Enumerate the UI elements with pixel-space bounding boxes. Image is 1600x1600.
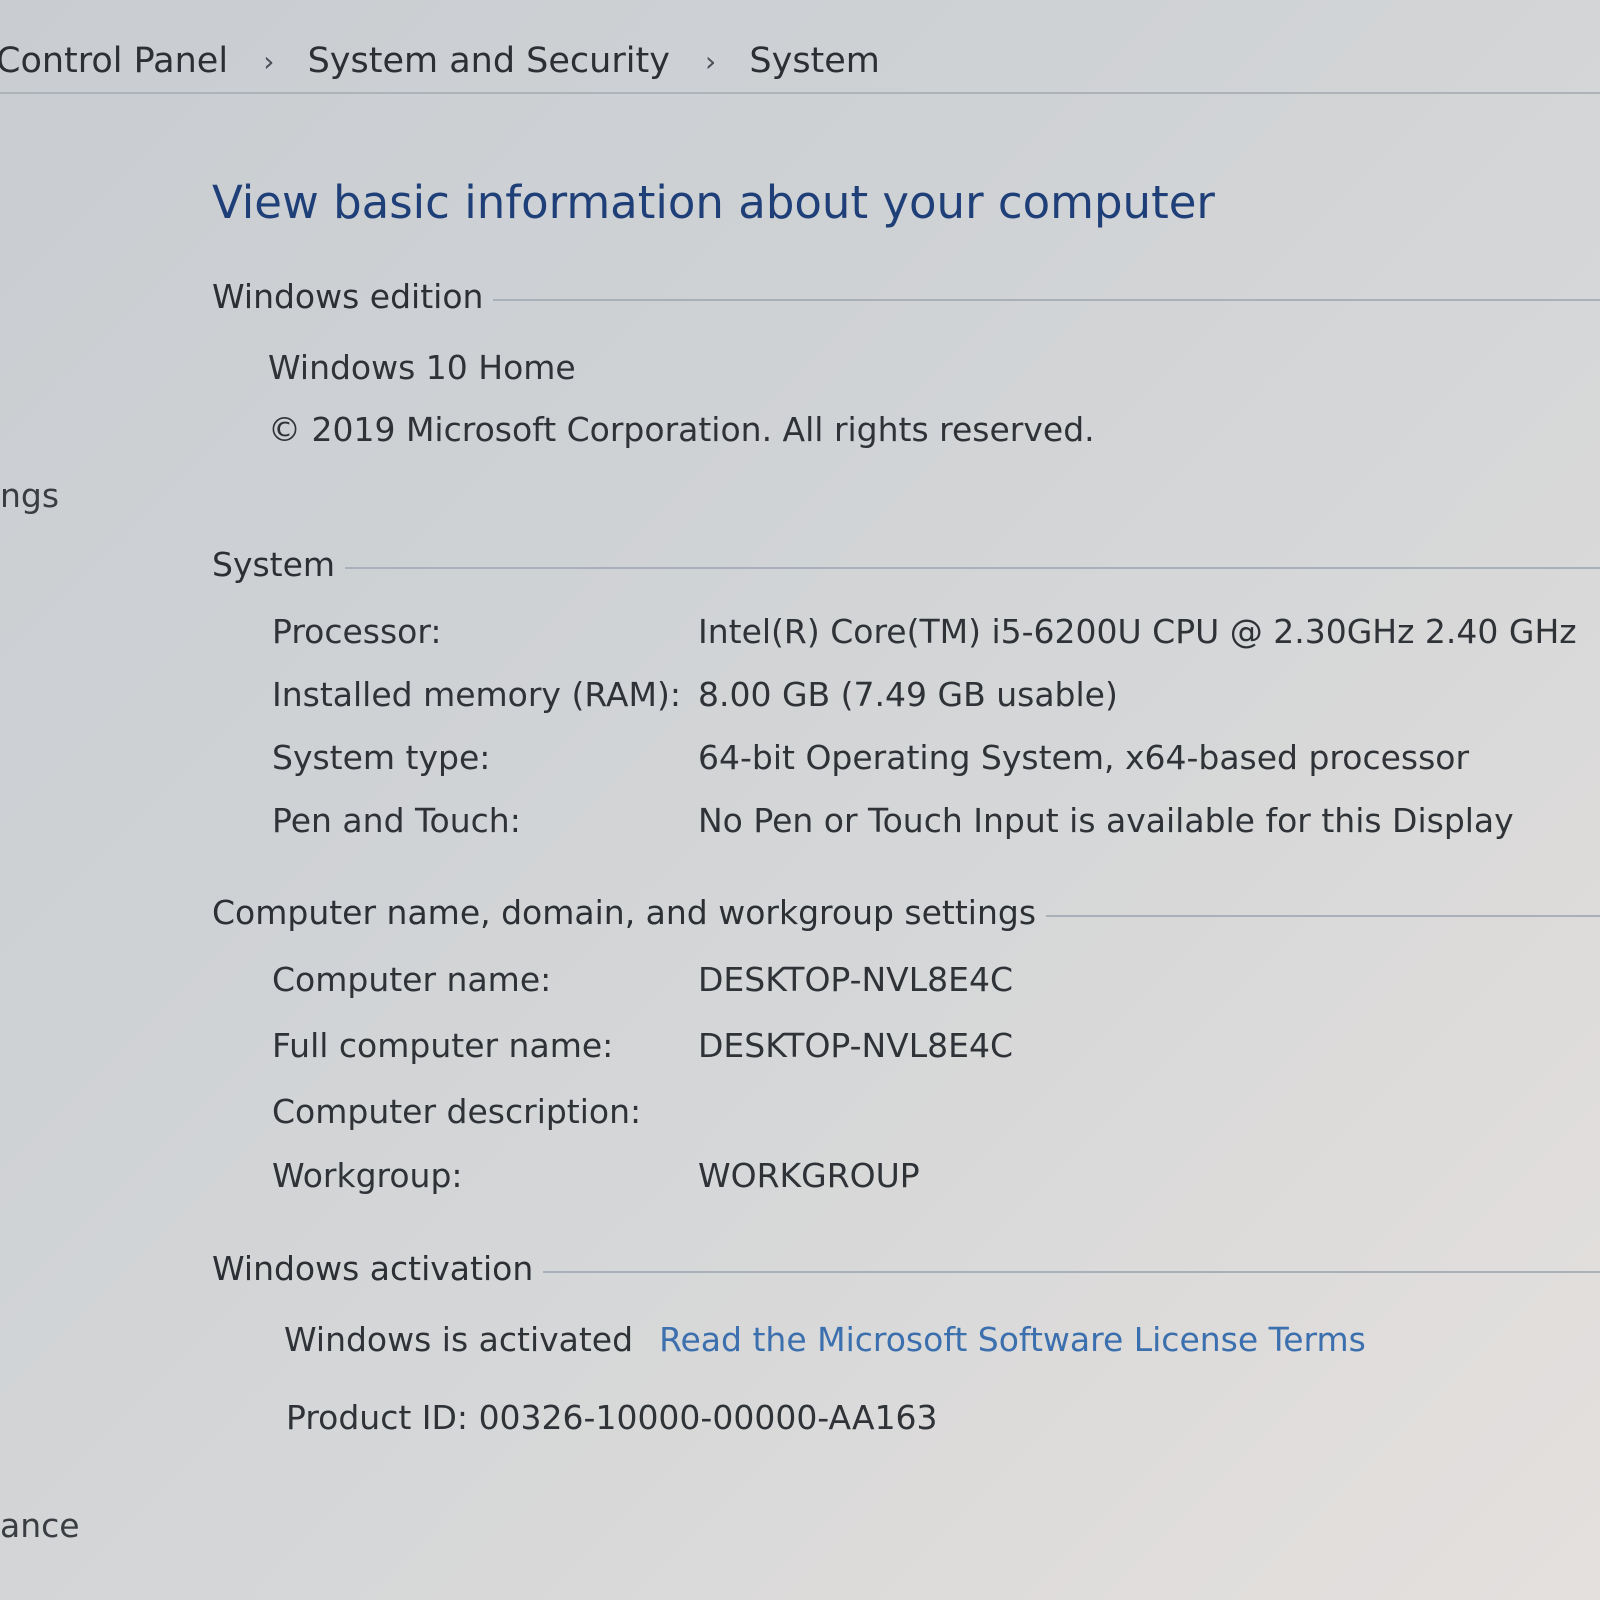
info-label: Installed memory (RAM): xyxy=(272,675,681,714)
section-header: Computer name, domain, and workgroup set… xyxy=(212,890,1600,934)
info-row-computer-name: Computer name: DESKTOP-NVL8E4C xyxy=(272,960,1013,999)
product-id-label: Product ID: xyxy=(286,1398,469,1437)
info-row-full-computer-name: Full computer name: DESKTOP-NVL8E4C xyxy=(272,1026,1013,1065)
info-label: Processor: xyxy=(272,612,442,651)
breadcrumb: Control Panel › System and Security › Sy… xyxy=(0,40,880,81)
info-value: DESKTOP-NVL8E4C xyxy=(698,960,1014,999)
info-label: Computer name: xyxy=(272,960,552,999)
windows-activation-section: Windows activation Windows is activated R… xyxy=(212,1246,1600,1437)
section-header: Windows activation xyxy=(212,1246,1600,1290)
info-value: DESKTOP-NVL8E4C xyxy=(698,1026,1014,1065)
info-label: Computer description: xyxy=(272,1092,642,1131)
breadcrumb-system[interactable]: System xyxy=(749,41,880,81)
sidebar-link-partial[interactable]: ance xyxy=(0,1506,80,1545)
divider xyxy=(345,567,1600,569)
sidebar-link-partial[interactable]: ngs xyxy=(0,476,59,515)
section-header: Windows edition xyxy=(212,274,1600,318)
info-value: 8.00 GB (7.49 GB usable) xyxy=(698,675,1118,714)
section-header: System xyxy=(212,542,1600,586)
divider xyxy=(543,1271,1600,1273)
system-section: System Processor: Intel(R) Core(TM) i5-62… xyxy=(212,542,1600,840)
info-value: Intel(R) Core(TM) i5-6200U CPU @ 2.30GHz… xyxy=(698,612,1577,651)
section-title: System xyxy=(212,544,336,584)
info-label: System type: xyxy=(272,738,491,777)
chevron-right-icon[interactable]: › xyxy=(705,45,716,78)
divider xyxy=(493,299,1600,301)
info-label: Workgroup: xyxy=(272,1156,463,1195)
activation-status: Windows is activated xyxy=(284,1320,634,1359)
breadcrumb-system-and-security[interactable]: System and Security xyxy=(308,41,670,81)
info-label: Full computer name: xyxy=(272,1026,614,1065)
computer-name-section: Computer name, domain, and workgroup set… xyxy=(212,890,1600,1195)
windows-edition-section: Windows edition Windows 10 Home © 2019 M… xyxy=(212,274,1600,449)
windows-edition-name: Windows 10 Home xyxy=(268,348,576,387)
address-bar: Control Panel › System and Security › Sy… xyxy=(0,0,1600,94)
divider xyxy=(1046,915,1600,917)
chevron-right-icon[interactable]: › xyxy=(263,45,274,78)
info-row-system-type: System type: 64-bit Operating System, x64… xyxy=(272,738,1469,777)
info-row-pen-touch: Pen and Touch: No Pen or Touch Input is a… xyxy=(272,801,1514,840)
section-title: Windows activation xyxy=(212,1248,534,1288)
info-row-workgroup: Workgroup: WORKGROUP xyxy=(272,1156,920,1195)
info-label: Pen and Touch: xyxy=(272,801,521,840)
info-row-processor: Processor: Intel(R) Core(TM) i5-6200U CPU… xyxy=(272,612,1577,651)
page-title: View basic information about your comput… xyxy=(212,176,1215,229)
license-terms-link[interactable]: Read the Microsoft Software License Term… xyxy=(659,1320,1366,1359)
product-id-row: Product ID: 00326-10000-00000-AA163 xyxy=(286,1398,938,1437)
info-row-computer-description: Computer description: xyxy=(272,1092,698,1131)
section-title: Windows edition xyxy=(212,276,484,316)
activation-status-row: Windows is activated Read the Microsoft S… xyxy=(284,1320,1366,1359)
info-value: 64-bit Operating System, x64-based proce… xyxy=(698,738,1470,777)
system-control-panel-window: Control Panel › System and Security › Sy… xyxy=(0,0,1600,1600)
info-value: WORKGROUP xyxy=(698,1156,920,1195)
breadcrumb-control-panel[interactable]: Control Panel xyxy=(0,41,228,81)
copyright-text: © 2019 Microsoft Corporation. All rights… xyxy=(268,410,1095,449)
section-title: Computer name, domain, and workgroup set… xyxy=(212,892,1037,932)
info-row-memory: Installed memory (RAM): 8.00 GB (7.49 GB … xyxy=(272,675,1118,714)
product-id-value: 00326-10000-00000-AA163 xyxy=(478,1398,938,1437)
info-value: No Pen or Touch Input is available for t… xyxy=(698,801,1514,840)
